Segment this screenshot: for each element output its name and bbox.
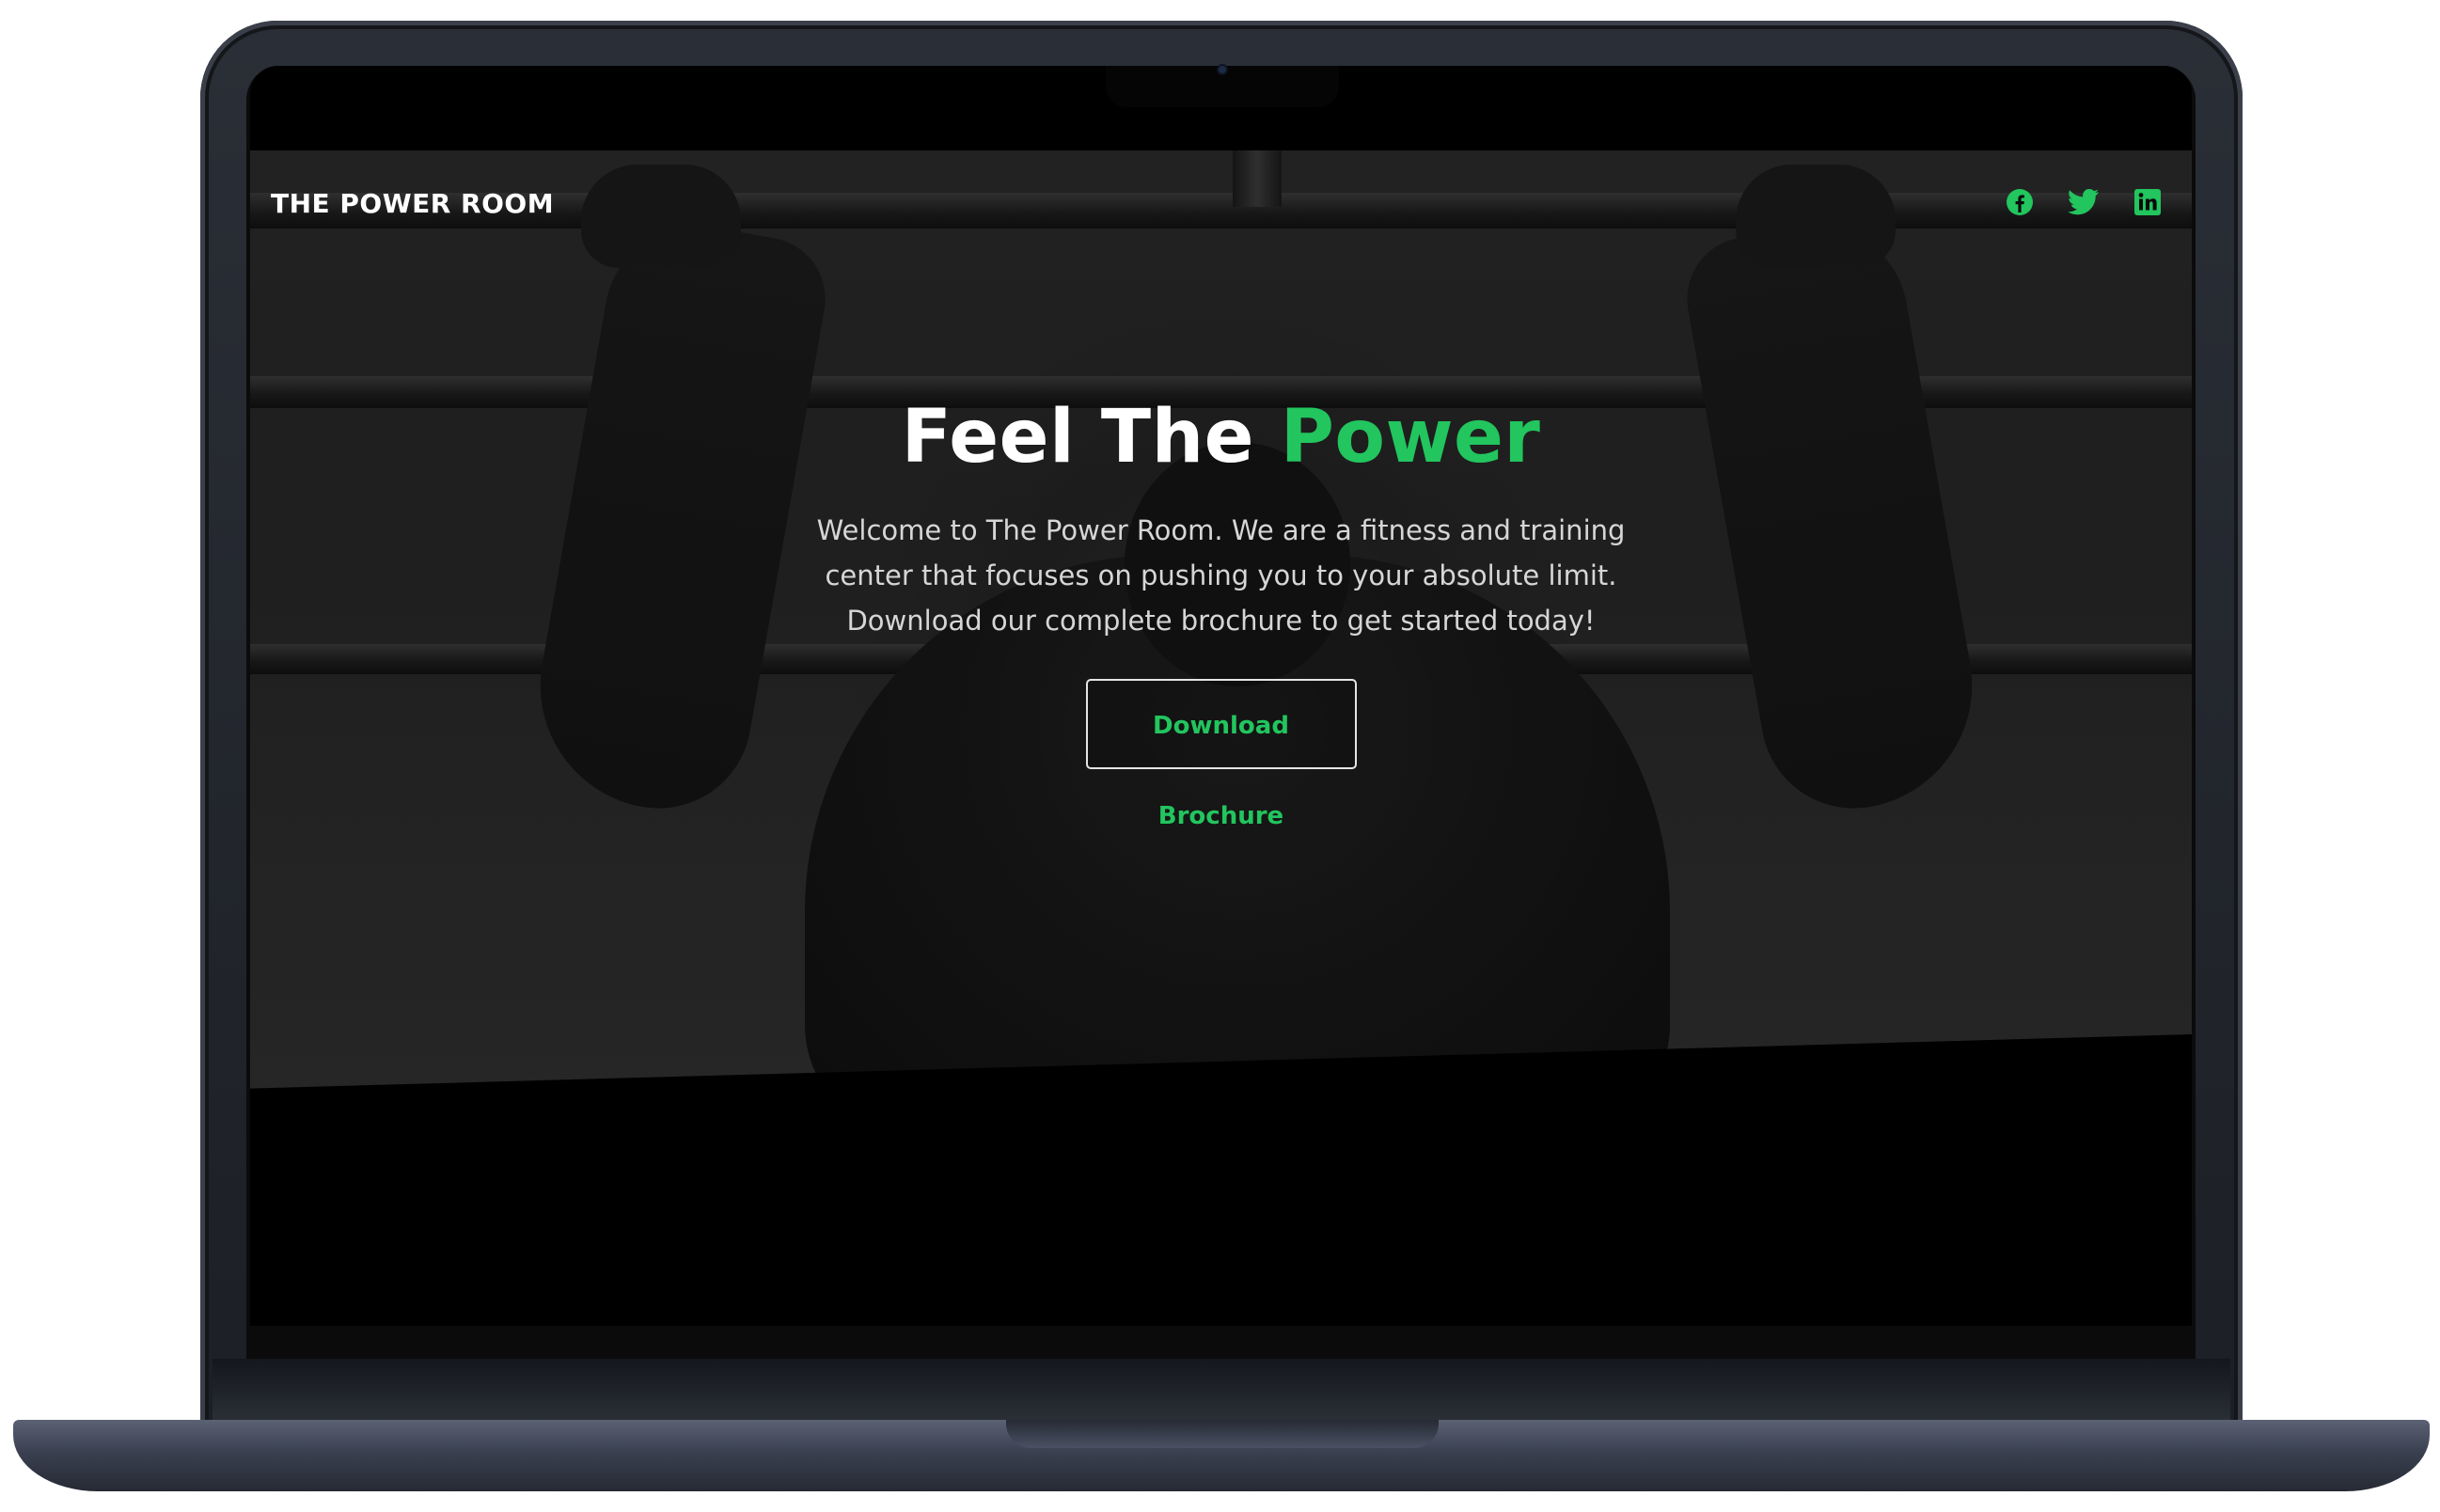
hero-title-main: Feel The xyxy=(901,395,1281,480)
hero-title: Feel The Power xyxy=(250,395,2192,480)
twitter-icon xyxy=(2068,189,2099,215)
download-brochure-button[interactable]: Download Brochure xyxy=(1085,679,1357,830)
camera-icon xyxy=(1219,66,1226,73)
linkedin-link[interactable] xyxy=(2132,186,2164,218)
facebook-link[interactable] xyxy=(2004,186,2036,218)
hero-title-accent: Power xyxy=(1280,395,1541,480)
twitter-link[interactable] xyxy=(2068,186,2100,218)
hero-section: Feel The Power Welcome to The Power Room… xyxy=(250,395,2192,830)
browser-viewport: THE POWER ROOM Feel The Power Welcome to… xyxy=(250,66,2192,1326)
laptop-hinge xyxy=(213,1359,2230,1423)
linkedin-icon xyxy=(2134,189,2161,215)
site-logo[interactable]: THE POWER ROOM xyxy=(271,188,554,219)
facebook-icon xyxy=(2007,189,2033,215)
hero-description: Welcome to The Power Room. We are a fitn… xyxy=(816,514,1626,637)
social-links xyxy=(2004,186,2164,218)
site-navbar: THE POWER ROOM xyxy=(250,179,2192,235)
laptop-opening-notch xyxy=(1006,1420,1439,1448)
